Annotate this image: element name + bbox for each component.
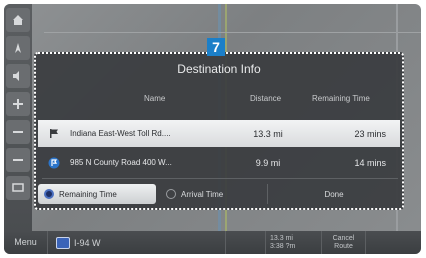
screen-icon <box>12 183 24 192</box>
trip-arrival: 3:38 ?m <box>270 242 296 250</box>
flag-icon <box>38 128 70 139</box>
destination-distance: 13.3 mi <box>253 128 283 139</box>
column-header-distance: Distance <box>250 94 282 103</box>
column-header-remaining: Remaining Time <box>312 94 370 103</box>
menu-button[interactable]: Menu <box>4 231 48 254</box>
home-icon <box>13 15 23 25</box>
divider <box>42 178 398 179</box>
waypoint-remaining-time: 14 mins <box>354 157 386 168</box>
scale-icon <box>13 131 23 133</box>
callout-badge: 7 <box>207 38 225 56</box>
arrival-time-option[interactable]: Arrival Time <box>156 184 268 204</box>
plus-icon <box>13 99 23 109</box>
view-mode-button[interactable] <box>6 36 30 60</box>
column-header-name: Name <box>144 94 166 103</box>
cancel-route-button[interactable]: Cancel Route <box>322 231 366 254</box>
waypoint-name: 985 N County Road 400 W... <box>70 158 172 167</box>
home-button[interactable] <box>6 8 30 32</box>
map-road <box>44 32 421 33</box>
waypoint-distance: 9.9 mi <box>255 157 281 168</box>
radio-selected-icon <box>44 189 54 199</box>
zoom-in-button[interactable] <box>6 92 30 116</box>
speaker-icon <box>13 71 19 81</box>
waypoint-icon <box>38 157 70 169</box>
volume-button[interactable] <box>6 64 30 88</box>
compass-icon <box>15 43 21 53</box>
popup-footer: Remaining Time Arrival Time Done <box>38 184 400 204</box>
destination-info-popup: Destination Info Name Distance Remaining… <box>34 52 404 210</box>
popup-title: Destination Info <box>177 62 261 76</box>
destination-name: Indiana East-West Toll Rd.... <box>70 129 171 138</box>
status-spacer <box>226 231 266 254</box>
bottom-status-bar: Menu I-94 W 13.3 mi 3:38 ?m Cancel Route <box>4 231 421 254</box>
map-control-rail <box>4 4 32 232</box>
trip-summary-button[interactable]: 13.3 mi 3:38 ?m <box>266 231 322 254</box>
minus-icon <box>13 159 23 161</box>
map-settings-button[interactable] <box>6 176 30 200</box>
interstate-shield-icon <box>56 236 70 249</box>
road-name: I-94 W <box>74 237 101 248</box>
done-button[interactable]: Done <box>268 190 400 199</box>
waypoint-row[interactable]: 985 N County Road 400 W... 9.9 mi 14 min… <box>38 149 400 176</box>
scale-button[interactable] <box>6 120 30 144</box>
current-road: I-94 W <box>48 231 226 254</box>
remaining-time-option[interactable]: Remaining Time <box>38 184 156 204</box>
zoom-out-button[interactable] <box>6 148 30 172</box>
trip-distance: 13.3 mi <box>270 234 293 242</box>
radio-unselected-icon <box>166 189 176 199</box>
destination-row[interactable]: Indiana East-West Toll Rd.... 13.3 mi 23… <box>38 120 400 147</box>
destination-remaining-time: 23 mins <box>354 128 386 139</box>
